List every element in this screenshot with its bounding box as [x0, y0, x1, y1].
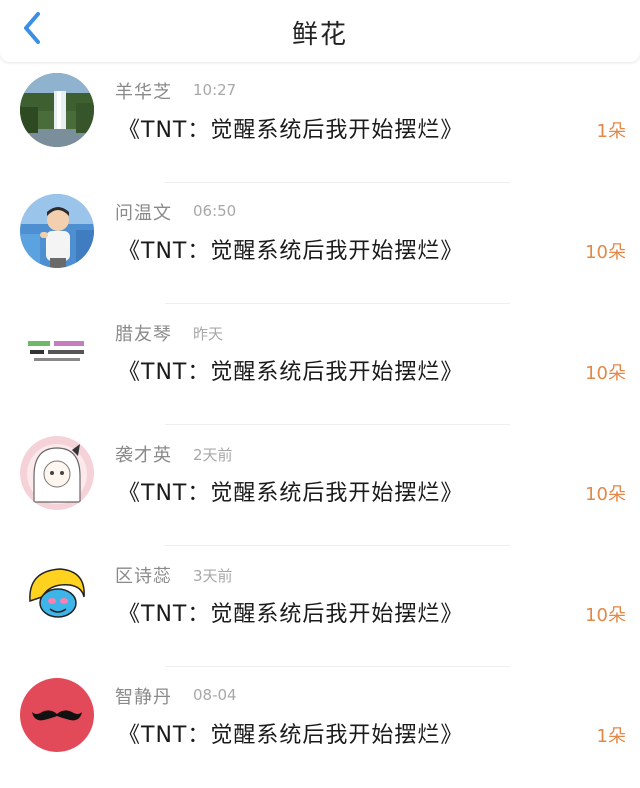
avatar[interactable]: [20, 194, 94, 268]
flower-count: 1朵: [596, 726, 626, 747]
sender-name: 羊华芝: [115, 82, 172, 103]
send-time: 3天前: [193, 567, 233, 585]
send-time: 06:50: [193, 202, 237, 220]
list-item[interactable]: 袭才英 2天前 《TNT：觉醒系统后我开始摆烂》 10朵: [0, 425, 640, 546]
list-item[interactable]: 腊友琴 昨天 《TNT：觉醒系统后我开始摆烂》 10朵: [0, 304, 640, 425]
list-item[interactable]: 羊华芝 10:27 《TNT：觉醒系统后我开始摆烂》 1朵: [0, 62, 640, 183]
child-photo-icon: [20, 194, 94, 268]
sender-name: 问温文: [115, 203, 172, 224]
sender-name: 区诗蕊: [115, 566, 172, 587]
avatar[interactable]: [20, 73, 94, 147]
send-time: 08-04: [193, 686, 237, 704]
flower-count: 10朵: [585, 605, 626, 626]
cartoon-character-icon: [20, 557, 94, 631]
avatar[interactable]: [20, 315, 94, 389]
flower-record-list: 羊华芝 10:27 《TNT：觉醒系统后我开始摆烂》 1朵 问温文 06:50 …: [0, 62, 640, 788]
sender-name: 腊友琴: [115, 324, 172, 345]
book-title[interactable]: 《TNT：觉醒系统后我开始摆烂》: [118, 354, 463, 386]
flower-count: 1朵: [596, 121, 626, 142]
book-title[interactable]: 《TNT：觉醒系统后我开始摆烂》: [118, 596, 463, 628]
book-title[interactable]: 《TNT：觉醒系统后我开始摆烂》: [118, 717, 463, 749]
list-item[interactable]: 智静丹 08-04 《TNT：觉醒系统后我开始摆烂》 1朵: [0, 667, 640, 788]
send-time: 2天前: [193, 446, 233, 464]
flower-count: 10朵: [585, 363, 626, 384]
anime-girl-drawing-icon: [20, 436, 94, 510]
avatar[interactable]: [20, 557, 94, 631]
book-title[interactable]: 《TNT：觉醒系统后我开始摆烂》: [118, 475, 463, 507]
text-sticker-icon: [20, 315, 94, 389]
waterfall-photo-icon: [20, 73, 94, 147]
send-time: 10:27: [193, 81, 237, 99]
sender-name: 袭才英: [115, 445, 172, 466]
send-time: 昨天: [193, 325, 224, 343]
nav-header: 鲜花: [0, 0, 640, 62]
mustache-icon: [20, 678, 94, 752]
flower-count: 10朵: [585, 484, 626, 505]
page-title: 鲜花: [291, 20, 348, 50]
sender-name: 智静丹: [115, 687, 172, 708]
avatar[interactable]: [20, 436, 94, 510]
list-item[interactable]: 区诗蕊 3天前 《TNT：觉醒系统后我开始摆烂》 10朵: [0, 546, 640, 667]
list-item[interactable]: 问温文 06:50 《TNT：觉醒系统后我开始摆烂》 10朵: [0, 183, 640, 304]
book-title[interactable]: 《TNT：觉醒系统后我开始摆烂》: [118, 112, 463, 144]
flower-count: 10朵: [585, 242, 626, 263]
book-title[interactable]: 《TNT：觉醒系统后我开始摆烂》: [118, 233, 463, 265]
avatar[interactable]: [20, 678, 94, 752]
